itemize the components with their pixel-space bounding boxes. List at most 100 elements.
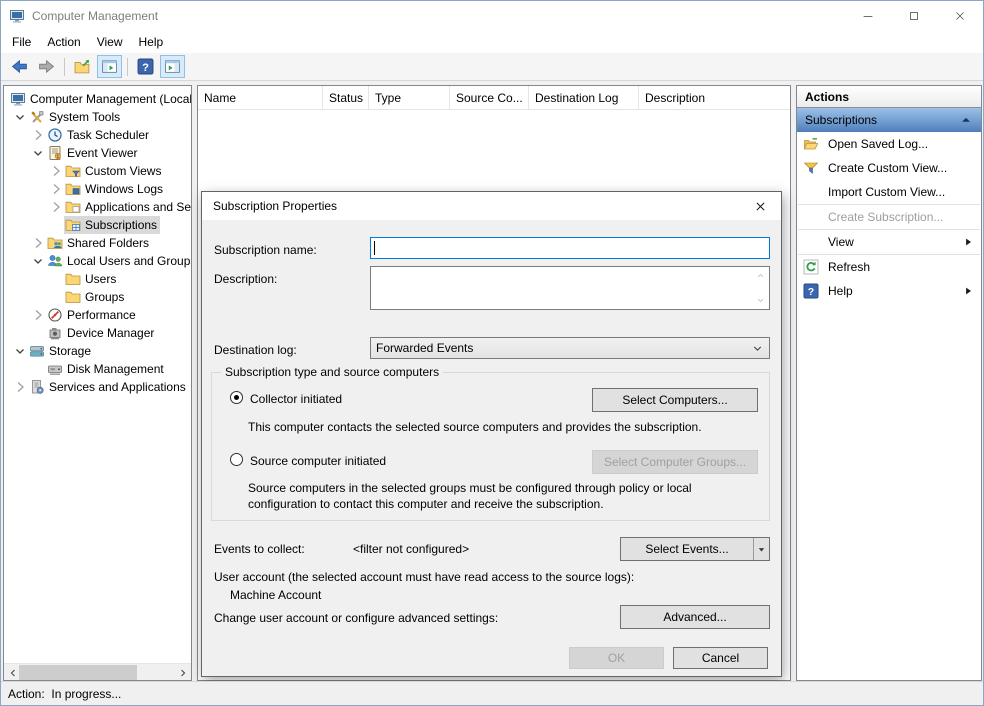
- show-console-tree-toolbar-button[interactable]: [97, 55, 122, 78]
- chevron-right-icon[interactable]: [12, 379, 28, 395]
- column-header-type[interactable]: Type: [369, 86, 450, 109]
- chevron-right-icon[interactable]: [48, 181, 64, 197]
- chevron-down-icon[interactable]: [30, 145, 46, 161]
- tree-item-performance[interactable]: Performance: [4, 306, 191, 324]
- action-refresh[interactable]: Refresh: [797, 255, 981, 279]
- export-list-toolbar-button[interactable]: [70, 55, 95, 78]
- tree-item-storage[interactable]: Storage: [4, 342, 191, 360]
- chevron-right-icon[interactable]: [48, 163, 64, 179]
- forward-toolbar-button[interactable]: [34, 55, 59, 78]
- refresh-icon: [803, 259, 819, 275]
- back-toolbar-button[interactable]: [7, 55, 32, 78]
- toolbar-separator: [64, 58, 65, 76]
- select-events-split-button[interactable]: Select Events...: [620, 537, 770, 561]
- chevron-right-icon[interactable]: [48, 199, 64, 215]
- advanced-button[interactable]: Advanced...: [620, 605, 770, 629]
- subscription-name-input[interactable]: [370, 237, 770, 259]
- tree-item-services-and-applications[interactable]: Services and Applications: [4, 378, 191, 396]
- tree-item-core: Groups: [64, 288, 127, 306]
- tree-item-task-scheduler[interactable]: Task Scheduler: [4, 126, 191, 144]
- action-help[interactable]: ?Help: [797, 279, 981, 303]
- tree-item-label: Storage: [49, 344, 91, 358]
- menu-help[interactable]: Help: [131, 32, 172, 52]
- select-computers-button[interactable]: Select Computers...: [592, 388, 758, 412]
- menu-view[interactable]: View: [89, 32, 131, 52]
- tree-item-applications-and-se[interactable]: Applications and Se: [4, 198, 191, 216]
- services-apps-icon: [29, 379, 45, 395]
- tree-item-label: Applications and Se: [85, 200, 191, 214]
- tree-item-core: Custom Views: [64, 162, 164, 180]
- select-events-dropdown[interactable]: [753, 538, 769, 560]
- tree-item-subscriptions[interactable]: Subscriptions: [4, 216, 191, 234]
- select-events-button[interactable]: Select Events...: [621, 538, 753, 560]
- tree-item-core: Local Users and Groups: [46, 252, 192, 270]
- chevron-right-icon[interactable]: [30, 307, 46, 323]
- menu-file[interactable]: File: [4, 32, 39, 52]
- chevron-up-icon: [755, 270, 766, 281]
- column-header-status[interactable]: Status: [323, 86, 369, 109]
- column-header-destination-log[interactable]: Destination Log: [529, 86, 639, 109]
- back-icon: [11, 58, 28, 75]
- chevron-right-icon[interactable]: [30, 235, 46, 251]
- dialog-close-button[interactable]: [739, 192, 781, 220]
- action-import-custom-view[interactable]: Import Custom View...: [797, 180, 981, 204]
- tree-item-shared-folders[interactable]: Shared Folders: [4, 234, 191, 252]
- close-button[interactable]: [937, 1, 983, 31]
- column-header-source-co[interactable]: Source Co...: [450, 86, 529, 109]
- tree-item-core: Users: [64, 270, 119, 288]
- tree-item-label: Users: [85, 272, 116, 286]
- cancel-button[interactable]: Cancel: [673, 647, 768, 669]
- collector-initiated-radio[interactable]: [230, 391, 243, 404]
- windows-logs-icon: [65, 181, 81, 197]
- dialog-title-bar: Subscription Properties: [202, 192, 781, 220]
- tree-item-users[interactable]: Users: [4, 270, 191, 288]
- action-label: Help: [828, 284, 853, 298]
- tree-item-event-viewer[interactable]: Event Viewer: [4, 144, 191, 162]
- tree-item-disk-management[interactable]: Disk Management: [4, 360, 191, 378]
- action-label: Open Saved Log...: [828, 137, 928, 151]
- maximize-button[interactable]: [891, 1, 937, 31]
- dropdown-arrow-icon: [756, 544, 767, 555]
- help-toolbar-button[interactable]: ?: [133, 55, 158, 78]
- tree-item-system-tools[interactable]: System Tools: [4, 108, 191, 126]
- tree-item-windows-logs[interactable]: Windows Logs: [4, 180, 191, 198]
- collapse-icon[interactable]: [959, 113, 973, 127]
- description-textarea[interactable]: [370, 266, 770, 310]
- tree-item-custom-views[interactable]: Custom Views: [4, 162, 191, 180]
- chevron-down-icon[interactable]: [30, 253, 46, 269]
- source-initiated-radio[interactable]: [230, 453, 243, 466]
- scroll-right-arrow[interactable]: [174, 664, 191, 681]
- chevron-down-icon[interactable]: [12, 109, 28, 125]
- action-open-saved-log[interactable]: Open Saved Log...: [797, 132, 981, 156]
- blank-chevron: [48, 271, 64, 287]
- folder-icon: [65, 289, 81, 305]
- column-header-description[interactable]: Description: [639, 86, 791, 109]
- tree-horizontal-scrollbar[interactable]: [4, 663, 191, 680]
- destination-log-select[interactable]: Forwarded Events: [370, 337, 770, 359]
- tree-item-core: Subscriptions: [64, 216, 160, 234]
- action-label: Refresh: [828, 260, 870, 274]
- folder-icon: [65, 271, 81, 287]
- blank-chevron: [30, 361, 46, 377]
- blank-icon: [803, 209, 821, 225]
- action-create-custom-view[interactable]: Create Custom View...: [797, 156, 981, 180]
- chevron-down-icon[interactable]: [12, 343, 28, 359]
- actions-group-subscriptions[interactable]: Subscriptions: [797, 108, 981, 132]
- tree-item-groups[interactable]: Groups: [4, 288, 191, 306]
- tree-item-device-manager[interactable]: Device Manager: [4, 324, 191, 342]
- chevron-right-icon[interactable]: [30, 127, 46, 143]
- column-header-name[interactable]: Name: [198, 86, 323, 109]
- tree-item-core: Shared Folders: [46, 234, 152, 252]
- tree-item-label: Shared Folders: [67, 236, 149, 250]
- event-viewer-icon: [47, 145, 63, 161]
- tree-item-computer-management-local[interactable]: Computer Management (Local: [4, 90, 191, 108]
- actions-pane: Actions Subscriptions Open Saved Log...C…: [796, 85, 982, 681]
- toolbar: ?: [1, 53, 983, 81]
- show-action-pane-toolbar-button[interactable]: [160, 55, 185, 78]
- menu-action[interactable]: Action: [39, 32, 88, 52]
- tree-item-local-users-and-groups[interactable]: Local Users and Groups: [4, 252, 191, 270]
- action-label: Import Custom View...: [828, 185, 945, 199]
- scrollbar-thumb[interactable]: [19, 665, 137, 680]
- minimize-button[interactable]: [845, 1, 891, 31]
- action-view[interactable]: View: [797, 230, 981, 254]
